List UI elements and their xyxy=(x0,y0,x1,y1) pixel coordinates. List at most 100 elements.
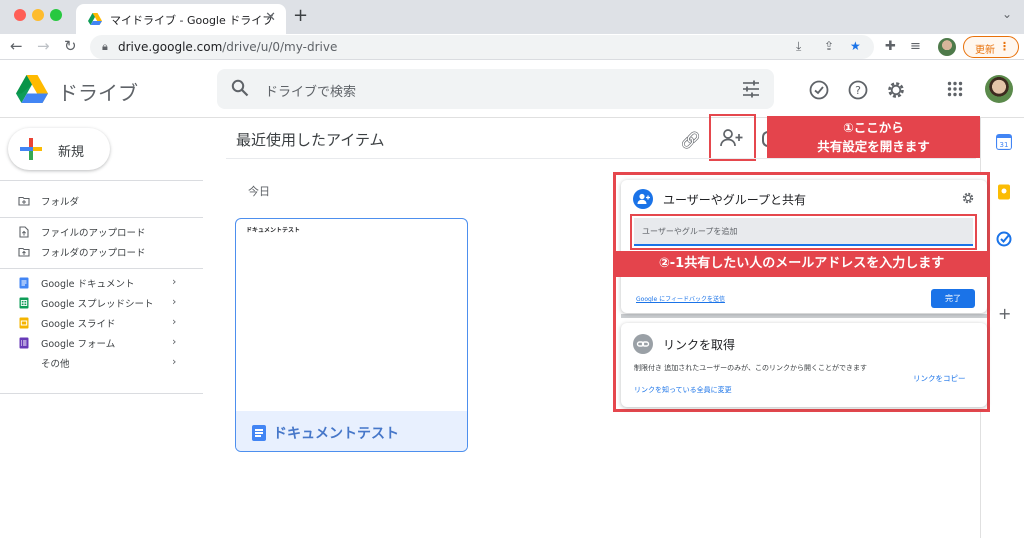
back-arrow-icon[interactable]: ← xyxy=(10,37,23,55)
google-forms-icon xyxy=(19,337,29,349)
instruction-callout-2: ②-1共有したい人のメールアドレスを入力します xyxy=(613,251,990,277)
feedback-link[interactable]: Google にフィードバックを送信 xyxy=(636,294,725,303)
google-sheets-icon xyxy=(19,297,29,309)
menu-item-label: Google フォーム xyxy=(41,339,116,350)
tab-search-chevron-icon[interactable]: ⌄ xyxy=(1002,7,1012,21)
offline-ready-icon[interactable] xyxy=(808,79,830,101)
address-bar[interactable]: 🔒︎ drive.google.com/drive/u/0/my-drive ⤓… xyxy=(90,35,874,59)
get-link-title: リンクを取得 xyxy=(663,338,736,352)
url-host: drive.google.com xyxy=(118,40,223,54)
update-button[interactable]: 更新 ⋮ xyxy=(963,36,1019,58)
menu-item-label: フォルダのアップロード xyxy=(41,248,146,259)
menu-item-more[interactable]: その他 › xyxy=(0,353,203,373)
menu-item-label: フォルダ xyxy=(41,197,80,208)
search-placeholder: ドライブで検索 xyxy=(265,85,357,100)
menu-item-label: ファイルのアップロード xyxy=(41,228,146,239)
search-icon[interactable] xyxy=(231,79,249,97)
chevron-right-icon: › xyxy=(172,315,177,328)
new-menu: フォルダ ファイルのアップロード フォルダのアップロード Google ドキュメ… xyxy=(0,180,203,394)
dialog-divider-shadow xyxy=(621,314,987,318)
bookmark-star-icon[interactable]: ★ xyxy=(850,39,861,53)
lock-icon: 🔒︎ xyxy=(102,40,108,53)
share-dialog-title: ユーザーやグループと共有 xyxy=(663,193,807,207)
chevron-right-icon: › xyxy=(172,275,177,288)
file-upload-icon xyxy=(19,226,29,238)
help-icon[interactable]: ? xyxy=(847,79,869,101)
svg-text:?: ? xyxy=(855,84,861,97)
done-button[interactable]: 完了 xyxy=(931,289,975,308)
menu-item-label: Google スプレッドシート xyxy=(41,299,154,310)
update-label: 更新 xyxy=(975,45,995,56)
doc-preview-text: ドキュメントテスト xyxy=(246,227,301,234)
more-vert-icon: ⋮ xyxy=(999,40,1010,53)
window-close-button[interactable] xyxy=(14,9,26,21)
new-button-label: 新規 xyxy=(58,145,85,160)
menu-item-google-slides[interactable]: Google スライド › xyxy=(0,313,203,333)
chevron-right-icon: › xyxy=(172,295,177,308)
media-queue-icon[interactable]: ≡ xyxy=(910,39,921,54)
calendar-icon[interactable]: 31 xyxy=(996,134,1012,150)
file-name: ドキュメントテスト xyxy=(273,426,399,442)
menu-item-label: Google ドキュメント xyxy=(41,279,135,290)
browser-tabbar: マイドライブ - Google ドライブ ✕ + ⌄ xyxy=(0,0,1024,34)
share-button-highlight xyxy=(709,114,756,161)
menu-item-google-forms[interactable]: Google フォーム › xyxy=(0,333,203,353)
chevron-right-icon: › xyxy=(172,335,177,348)
add-addon-plus-icon[interactable]: + xyxy=(998,304,1011,323)
google-slides-icon xyxy=(19,317,29,329)
folder-upload-icon xyxy=(18,247,30,257)
google-docs-icon xyxy=(252,425,266,441)
settings-gear-icon[interactable] xyxy=(885,79,907,101)
callout-1-line2: 共有設定を開きます xyxy=(817,139,930,154)
new-folder-icon xyxy=(18,196,30,206)
browser-profile-avatar[interactable] xyxy=(938,38,956,56)
google-docs-icon xyxy=(19,277,29,289)
page-title: 最近使用したアイテム xyxy=(236,131,385,149)
drive-logo-icon[interactable] xyxy=(16,75,48,103)
copy-link-icon[interactable]: 🔗︎ xyxy=(680,131,702,151)
change-link-access-link[interactable]: リンクを知っている全員に変更 xyxy=(634,385,732,395)
menu-item-folder-upload[interactable]: フォルダのアップロード xyxy=(0,242,203,262)
tasks-icon[interactable] xyxy=(996,231,1012,247)
link-badge-icon xyxy=(633,334,653,354)
tab-close-icon[interactable]: ✕ xyxy=(265,10,276,25)
share-page-icon[interactable]: ⇪ xyxy=(824,39,834,53)
brand-name: ドライブ xyxy=(58,81,138,105)
file-card-footer: ドキュメントテスト xyxy=(236,411,467,451)
url-text[interactable]: drive.google.com/drive/u/0/my-drive xyxy=(118,40,337,54)
search-bar[interactable]: ドライブで検索 xyxy=(217,69,774,109)
drive-favicon-icon xyxy=(88,13,102,25)
browser-tab-drive[interactable]: マイドライブ - Google ドライブ ✕ xyxy=(76,4,286,34)
menu-item-label: Google スライド xyxy=(41,319,116,330)
reload-icon[interactable]: ↻ xyxy=(64,37,77,55)
callout-1-line1: ①ここから xyxy=(843,120,904,135)
keep-icon[interactable] xyxy=(996,184,1012,200)
menu-item-google-sheets[interactable]: Google スプレッドシート › xyxy=(0,293,203,313)
menu-item-file-upload[interactable]: ファイルのアップロード xyxy=(0,222,203,242)
share-settings-gear-icon[interactable] xyxy=(961,191,975,205)
install-app-icon[interactable]: ⤓ xyxy=(796,39,801,54)
search-options-tune-icon[interactable] xyxy=(742,80,760,98)
menu-item-google-docs[interactable]: Google ドキュメント › xyxy=(0,273,203,293)
window-minimize-button[interactable] xyxy=(32,9,44,21)
link-restriction-text: 制限付き 追加されたユーザーのみが、このリンクから開くことができます xyxy=(634,364,867,372)
google-apps-grid-icon[interactable] xyxy=(947,81,963,97)
section-label-today: 今日 xyxy=(248,185,270,198)
new-tab-button[interactable]: + xyxy=(293,5,308,26)
svg-text:31: 31 xyxy=(1000,141,1009,149)
menu-divider xyxy=(0,268,203,269)
account-avatar[interactable] xyxy=(985,75,1013,103)
copy-link-button[interactable]: リンクをコピー xyxy=(913,373,966,384)
file-card[interactable]: ドキュメントテスト ドキュメントテスト xyxy=(235,218,468,452)
url-path: /drive/u/0/my-drive xyxy=(222,40,338,54)
extensions-puzzle-icon[interactable]: ✚ xyxy=(885,39,896,54)
menu-item-folder[interactable]: フォルダ xyxy=(0,191,203,211)
get-link-panel: リンクを取得 制限付き 追加されたユーザーのみが、このリンクから開くことができま… xyxy=(621,323,987,407)
menu-divider xyxy=(0,217,203,218)
new-button[interactable]: 新規 xyxy=(8,128,110,170)
title-divider xyxy=(226,158,976,159)
add-people-input[interactable] xyxy=(634,218,973,246)
forward-arrow-icon[interactable]: → xyxy=(37,37,50,55)
window-zoom-button[interactable] xyxy=(50,9,62,21)
menu-item-label: その他 xyxy=(41,359,70,370)
